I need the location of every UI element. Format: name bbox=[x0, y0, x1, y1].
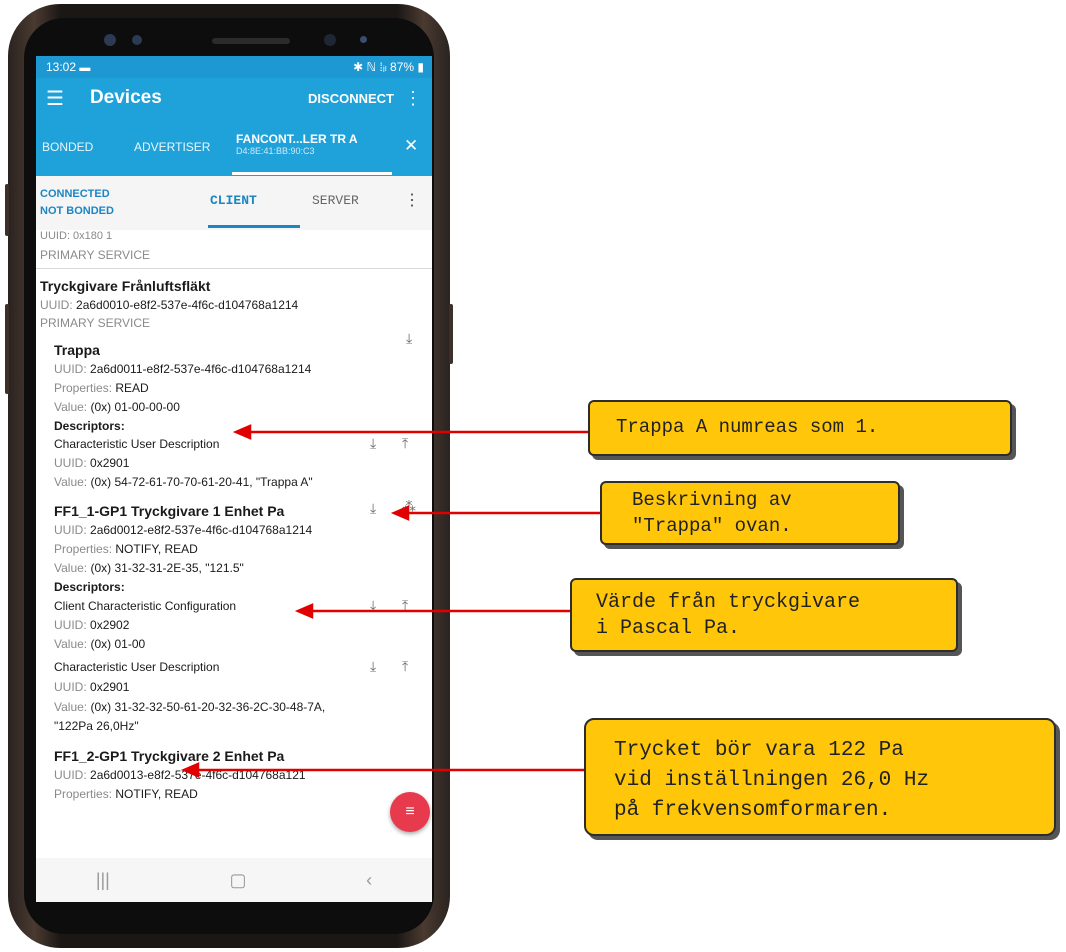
callout-text: i Pascal Pa. bbox=[596, 617, 741, 640]
callout-trappa-description: Beskrivning av "Trappa" ovan. bbox=[600, 481, 900, 545]
callout-text: på frekvensomformaren. bbox=[614, 799, 892, 822]
callout-text: "Trappa" ovan. bbox=[632, 515, 792, 537]
arrow-head bbox=[294, 603, 314, 619]
callout-text: Beskrivning av bbox=[632, 489, 792, 511]
callout-text: Värde från tryckgivare bbox=[596, 591, 861, 614]
arrow-head bbox=[232, 424, 252, 440]
callout-text: vid inställningen 26,0 Hz bbox=[614, 769, 930, 792]
arrow-head bbox=[180, 762, 200, 778]
arrow-head bbox=[390, 505, 410, 521]
callout-text: Trappa A numreas som 1. bbox=[616, 416, 879, 438]
callout-pressure-value: Värde från tryckgivare i Pascal Pa. bbox=[570, 578, 958, 652]
callout-text: Trycket bör vara 122 Pa bbox=[614, 739, 904, 762]
callout-trappa-number: Trappa A numreas som 1. bbox=[588, 400, 1012, 456]
callout-pressure-target: Trycket bör vara 122 Pa vid inställninge… bbox=[584, 718, 1056, 836]
